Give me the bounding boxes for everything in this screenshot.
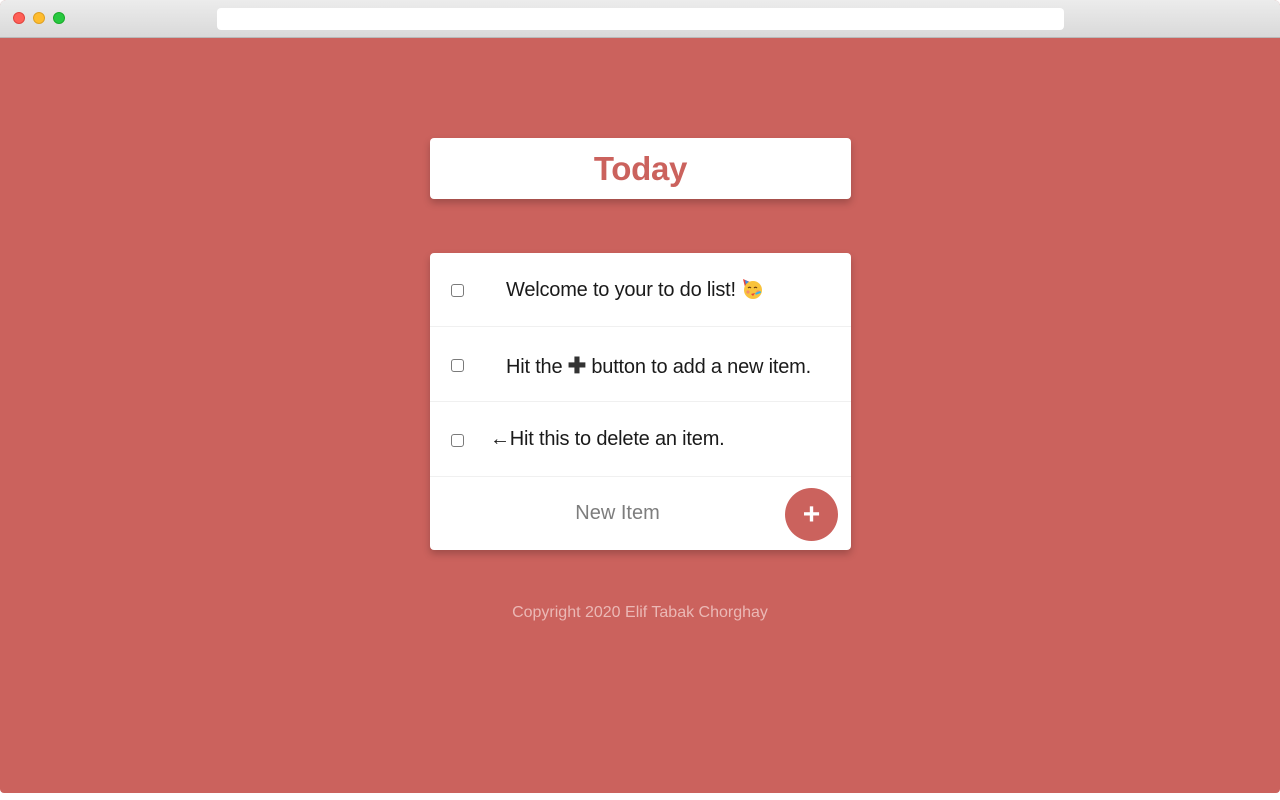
- plus-icon: ✚: [567, 353, 586, 378]
- title-bar: [0, 0, 1280, 38]
- maximize-window-button[interactable]: [53, 12, 65, 24]
- browser-window: Today Welcome to your to do list! Hit th…: [0, 0, 1280, 793]
- new-item-input[interactable]: [450, 498, 785, 528]
- item-text-part: Hit the: [506, 356, 568, 378]
- footer-copyright: Copyright 2020 Elif Tabak Chorghay: [512, 604, 768, 621]
- item-checkbox[interactable]: [451, 359, 464, 372]
- address-bar[interactable]: [217, 8, 1064, 30]
- todo-list-card: Welcome to your to do list! Hit the ✚ bu…: [430, 253, 851, 550]
- page-title: Today: [593, 149, 688, 187]
- close-window-button[interactable]: [13, 12, 25, 24]
- item-checkbox[interactable]: [451, 434, 464, 447]
- item-checkbox[interactable]: [451, 284, 464, 297]
- item-text: Hit the ✚ button to add a new item.: [506, 353, 811, 379]
- list-item: Welcome to your to do list!: [430, 253, 851, 327]
- item-text: Welcome to your to do list!: [506, 278, 763, 302]
- item-text-part: button to add a new item.: [586, 356, 811, 378]
- party-face-emoji-icon: [743, 279, 763, 299]
- heading-card: Today: [430, 138, 851, 199]
- minimize-window-button[interactable]: [33, 12, 45, 24]
- add-item-button[interactable]: +: [785, 488, 838, 541]
- new-item-form: +: [430, 478, 851, 550]
- item-text-part: Welcome to your to do list!: [506, 279, 742, 301]
- list-item: Hit the ✚ button to add a new item.: [430, 328, 851, 402]
- list-item: ←Hit this to delete an item.: [430, 403, 851, 477]
- item-text: ←Hit this to delete an item.: [490, 428, 725, 450]
